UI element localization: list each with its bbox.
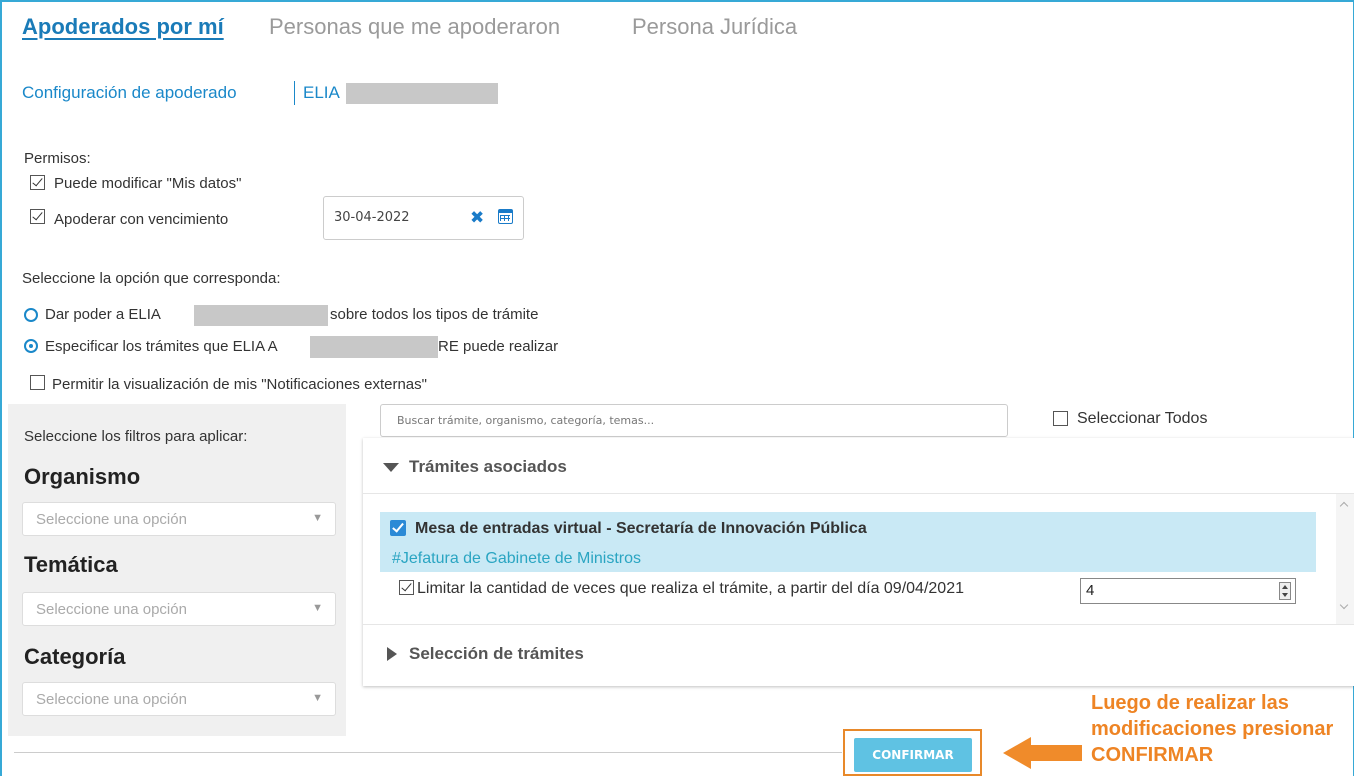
notificaciones-label: Permitir la visualización de mis "Notifi…: [52, 376, 427, 393]
dar-poder-radio[interactable]: [24, 308, 38, 322]
limitar-checkbox[interactable]: [399, 580, 414, 595]
list-scrollbar[interactable]: [1336, 494, 1354, 624]
tematica-placeholder: Seleccione una opción: [36, 601, 187, 618]
seleccion-tramites-title: Selección de trámites: [409, 644, 584, 663]
organismo-placeholder: Seleccione una opción: [36, 511, 187, 528]
spinner-icon[interactable]: [1279, 582, 1291, 600]
dar-poder-label-a: Dar poder a ELIA: [45, 306, 161, 323]
modificar-checkbox[interactable]: [30, 175, 45, 190]
modificar-label: Puede modificar "Mis datos": [54, 175, 242, 192]
chevron-up-icon[interactable]: [1339, 501, 1349, 511]
tramites-asociados-header[interactable]: Trámites asociados: [363, 438, 1354, 494]
redacted-name: [346, 83, 498, 104]
filters-panel: Seleccione los filtros para aplicar: Org…: [8, 404, 346, 736]
dar-poder-label-b: sobre todos los tipos de trámite: [330, 306, 539, 323]
categoria-placeholder: Seleccione una opción: [36, 691, 187, 708]
chevron-down-icon: ▼: [312, 692, 323, 704]
tab-personas-que-me-apoderaron[interactable]: Personas que me apoderaron: [269, 14, 560, 40]
chevron-down-icon[interactable]: [1339, 600, 1349, 610]
tramite-checkbox[interactable]: [390, 520, 406, 536]
especificar-label-b: RE puede realizar: [438, 338, 559, 355]
notificaciones-checkbox[interactable]: [30, 375, 45, 390]
vencimiento-label: Apoderar con vencimiento: [54, 211, 229, 228]
seleccionar-todos-label: Seleccionar Todos: [1077, 410, 1208, 427]
fecha-value: 30-04-2022: [334, 210, 410, 225]
categoria-select[interactable]: Seleccione una opción ▼: [22, 682, 336, 716]
tramite-item[interactable]: Mesa de entradas virtual - Secretaría de…: [380, 512, 1316, 572]
categoria-heading: Categoría: [24, 644, 126, 669]
especificar-label-a: Especificar los trámites que ELIA A: [45, 338, 278, 355]
redacted-name: [310, 336, 438, 358]
clear-icon[interactable]: ✖: [470, 208, 484, 228]
tematica-select[interactable]: Seleccione una opción ▼: [22, 592, 336, 626]
cantidad-value: 4: [1086, 582, 1095, 599]
buscar-tramite-input[interactable]: Buscar trámite, organismo, categoría, te…: [380, 404, 1008, 437]
permisos-label: Permisos:: [24, 150, 91, 167]
organismo-heading: Organismo: [24, 464, 141, 489]
tramites-asociados-title: Trámites asociados: [409, 457, 567, 476]
filtros-label: Seleccione los filtros para aplicar:: [24, 428, 248, 445]
fecha-vencimiento-field[interactable]: 30-04-2022 ✖: [323, 196, 524, 240]
limitar-label: Limitar la cantidad de veces que realiza…: [417, 580, 964, 597]
cantidad-stepper[interactable]: 4: [1080, 578, 1296, 604]
divider: [14, 752, 842, 753]
search-placeholder: Buscar trámite, organismo, categoría, te…: [397, 414, 655, 427]
tramite-organismo: #Jefatura de Gabinete de Ministros: [392, 550, 642, 567]
caret-down-icon: [383, 463, 399, 472]
organismo-select[interactable]: Seleccione una opción ▼: [22, 502, 336, 536]
redacted-name: [194, 305, 328, 326]
caret-right-icon: [387, 647, 397, 661]
breadcrumb-person: ELIA: [303, 83, 340, 102]
chevron-down-icon: ▼: [312, 602, 323, 614]
chevron-down-icon: ▼: [312, 512, 323, 524]
tab-persona-juridica[interactable]: Persona Jurídica: [632, 14, 797, 40]
seleccionar-todos-checkbox[interactable]: [1053, 411, 1068, 426]
especificar-radio[interactable]: [24, 339, 38, 353]
annotation-note: Luego de realizar las modificaciones pre…: [1091, 692, 1334, 766]
confirmar-button[interactable]: CONFIRMAR: [854, 738, 972, 772]
calendar-icon[interactable]: [498, 209, 513, 224]
vencimiento-checkbox[interactable]: [30, 209, 45, 224]
breadcrumb-section[interactable]: Configuración de apoderado: [22, 83, 237, 103]
tramite-nombre: Mesa de entradas virtual - Secretaría de…: [415, 520, 867, 537]
tab-apoderados-por-mi[interactable]: Apoderados por mí: [22, 14, 224, 40]
arrow-left-icon: [1003, 737, 1031, 769]
arrow-left-icon-body: [1030, 745, 1082, 761]
tematica-heading: Temática: [24, 552, 118, 577]
breadcrumb-separator: [294, 81, 295, 105]
seleccion-tramites-header[interactable]: Selección de trámites: [363, 624, 1354, 686]
opciones-label: Seleccione la opción que corresponda:: [22, 270, 281, 287]
